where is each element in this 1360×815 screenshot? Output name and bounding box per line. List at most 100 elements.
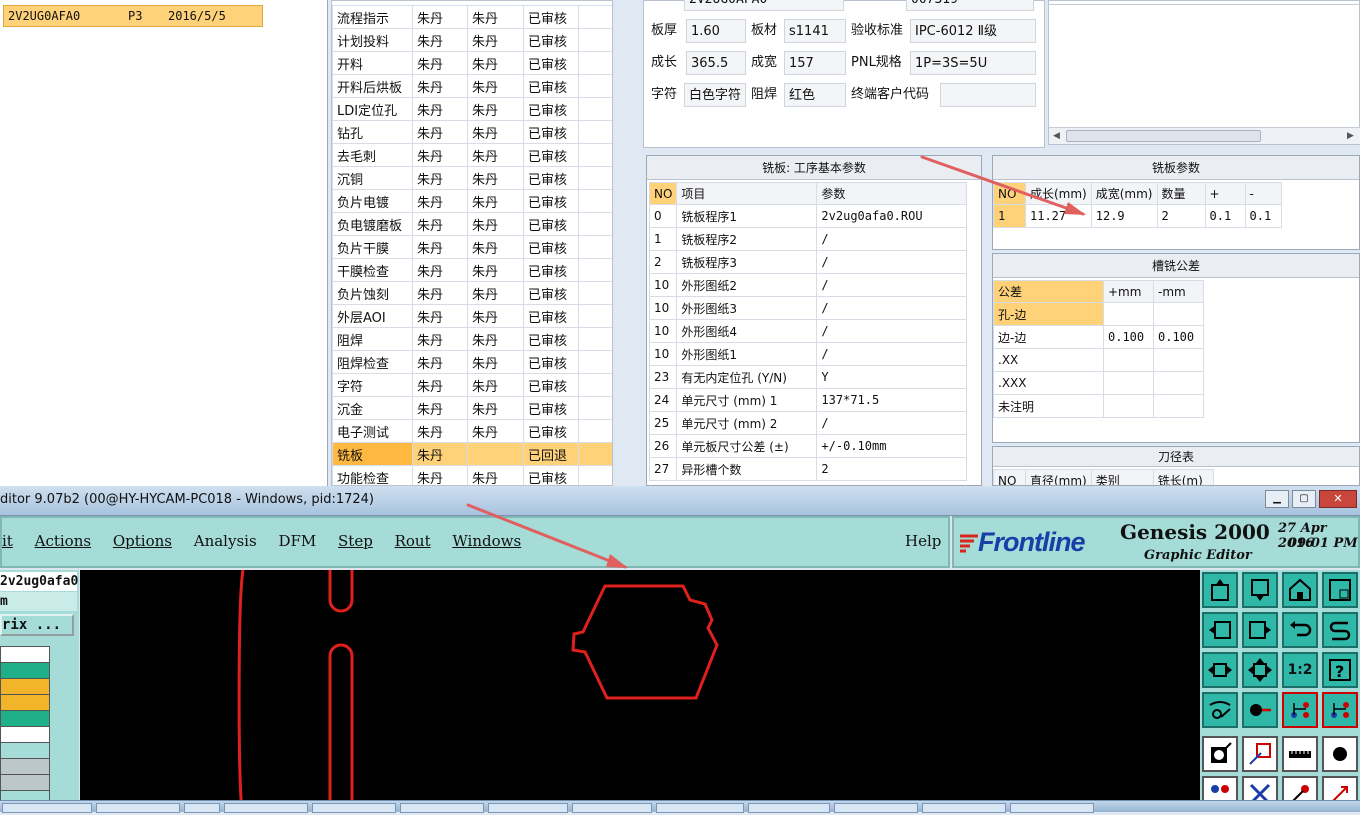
toolbar-net-icon[interactable] [1282,692,1318,728]
param-row[interactable]: 23 有无内定位孔 (Y/N) Y [648,365,967,389]
material-field[interactable]: s1141 [784,19,846,43]
layer-item[interactable] [1,775,49,791]
layer-item[interactable] [1,727,49,743]
param-row[interactable]: 10 外形图纸2/ [648,273,967,297]
toolbar-zoom-area-icon[interactable] [1242,652,1278,688]
process-row[interactable]: 电子测试 朱丹 朱丹 已审核 [332,419,612,443]
toolbar-frame-icon[interactable] [1322,572,1358,608]
process-row[interactable]: 沉铜 朱丹 朱丹 已审核 [332,166,612,190]
process-row[interactable]: 负片电镀 朱丹 朱丹 已审核 [332,189,612,213]
pnl-field[interactable]: 1P=3S=5U [910,51,1036,75]
slot-row[interactable]: .XXX [993,371,1204,395]
process-row[interactable]: 负片蚀刻 朱丹 朱丹 已审核 [332,281,612,305]
toolbar-home-icon[interactable] [1282,572,1318,608]
menu-actions[interactable]: Actions [35,532,91,550]
param-row[interactable]: 24 单元尺寸 (mm) 1 137*71.5 [648,388,967,412]
layer-item[interactable] [1,743,49,759]
process-status: 已审核 [523,281,579,305]
toolbar-help-icon[interactable]: ? [1322,652,1358,688]
toolbar-net2-icon[interactable] [1322,692,1358,728]
menu-help[interactable]: Help [905,532,941,550]
toolbar-redo-icon[interactable] [1322,612,1358,648]
process-row[interactable]: 负片干膜 朱丹 朱丹 已审核 [332,235,612,259]
menu-edit[interactable]: it [2,532,13,550]
slot-row[interactable]: 孔-边 [993,302,1204,326]
layer-item[interactable] [1,759,49,775]
menu-options[interactable]: Options [113,532,172,550]
process-row[interactable]: 阻焊 朱丹 朱丹 已审核 [332,327,612,351]
process-row[interactable]: 去毛刺 朱丹 朱丹 已审核 [332,143,612,167]
menu-rout[interactable]: Rout [395,532,431,550]
slot-row[interactable]: 未注明 [993,394,1204,418]
standard-field[interactable]: IPC-6012 Ⅱ级 [910,19,1036,43]
scroll-left-icon[interactable]: ◀ [1053,131,1060,141]
thickness-field[interactable]: 1.60 [686,19,746,43]
process-row[interactable]: 铣板 朱丹 已回退 [332,442,612,466]
param-row[interactable]: 10 外形图纸4/ [648,319,967,343]
param-item: 外形图纸3 [676,296,818,320]
process-row[interactable]: 功能检查 朱丹 朱丹 已审核 [332,465,612,485]
param-row[interactable]: 10 外形图纸1/ [648,342,967,366]
layer-item[interactable] [1,663,49,679]
layer-item[interactable] [1,647,49,663]
scrollbar-thumb[interactable] [1066,130,1261,142]
length-field[interactable]: 365.5 [686,51,746,75]
customer-field[interactable] [940,83,1036,107]
param-row[interactable]: 2 铣板程序3/ [648,250,967,274]
toolbar-undo-icon[interactable] [1282,612,1318,648]
close-button[interactable]: ✕ [1319,490,1357,508]
param-row[interactable]: 10 外形图纸3/ [648,296,967,320]
job-row-selected[interactable]: 2V2UG0AFA0 P3 2016/5/5 [3,5,263,27]
scroll-right-icon[interactable]: ▶ [1347,131,1354,141]
menu-windows[interactable]: Windows [452,532,521,550]
slot-row[interactable]: 边-边 0.100 0.100 [993,325,1204,349]
horizontal-scrollbar[interactable]: ◀ ▶ [1049,127,1360,144]
process-row[interactable]: 字符 朱丹 朱丹 已审核 [332,373,612,397]
slot-col-header: +mm [1103,280,1154,303]
menu-dfm[interactable]: DFM [278,532,316,550]
process-row[interactable]: 沉金 朱丹 朱丹 已审核 [332,396,612,420]
process-row[interactable]: 流程指示 朱丹 朱丹 已审核 [332,5,612,29]
process-row[interactable]: LDI定位孔 朱丹 朱丹 已审核 [332,97,612,121]
process-row[interactable]: 钻孔 朱丹 朱丹 已审核 [332,120,612,144]
width-field[interactable]: 157 [784,51,846,75]
param-row[interactable]: 0 铣板程序1 2v2ug0afa0.ROU [648,204,967,228]
param-row[interactable]: 26 单元板尺寸公差 (±) +/-0.10mm [648,434,967,458]
process-row[interactable]: 外层AOI 朱丹 朱丹 已审核 [332,304,612,328]
char-field[interactable]: 白色字符 [684,83,746,107]
process-row[interactable]: 干膜检查 朱丹 朱丹 已审核 [332,258,612,282]
minimize-button[interactable]: ▁ [1265,490,1289,508]
mill-table-row[interactable]: 1 11.27 12.9 2 0.1 0.1 [993,204,1282,228]
param-row[interactable]: 25 单元尺寸 (mm) 2/ [648,411,967,435]
toolbar-right-icon[interactable] [1242,612,1278,648]
menu-step[interactable]: Step [338,532,373,550]
process-row[interactable]: 负电镀磨板 朱丹 朱丹 已审核 [332,212,612,236]
layer-item[interactable] [1,695,49,711]
mask-field[interactable]: 红色 [784,83,846,107]
toolbar-up-icon[interactable] [1202,572,1238,608]
param-row[interactable]: 27 异形槽个数 2 [648,457,967,481]
layer-item[interactable] [1,679,49,695]
toolbar-dot-icon[interactable] [1322,736,1358,772]
menu-analysis[interactable]: Analysis [194,532,257,550]
toolbar-pad-icon[interactable] [1202,736,1238,772]
toolbar-ruler-icon[interactable] [1282,736,1318,772]
process-row[interactable]: 计划投料 朱丹 朱丹 已审核 [332,28,612,52]
toolbar-ratio-button[interactable]: 1:2 [1282,652,1318,688]
process-status: 已审核 [523,396,579,420]
toolbar-left-icon[interactable] [1202,612,1238,648]
toolbar-down-icon[interactable] [1242,572,1278,608]
graphic-canvas[interactable] [80,569,1200,813]
toolbar-rect-icon[interactable] [1242,736,1278,772]
toolbar-sketch-icon[interactable] [1202,692,1238,728]
process-row[interactable]: 阻焊检查 朱丹 朱丹 已审核 [332,350,612,374]
param-row[interactable]: 1 铣板程序2/ [648,227,967,251]
toolbar-zoom-fit-icon[interactable] [1202,652,1238,688]
maximize-button[interactable]: ▢ [1292,490,1316,508]
slot-row[interactable]: .XX [993,348,1204,372]
layer-item[interactable] [1,711,49,727]
toolbar-measure-icon[interactable] [1242,692,1278,728]
matrix-button[interactable]: rix ... [0,614,74,636]
process-row[interactable]: 开料后烘板 朱丹 朱丹 已审核 [332,74,612,98]
process-row[interactable]: 开料 朱丹 朱丹 已审核 [332,51,612,75]
